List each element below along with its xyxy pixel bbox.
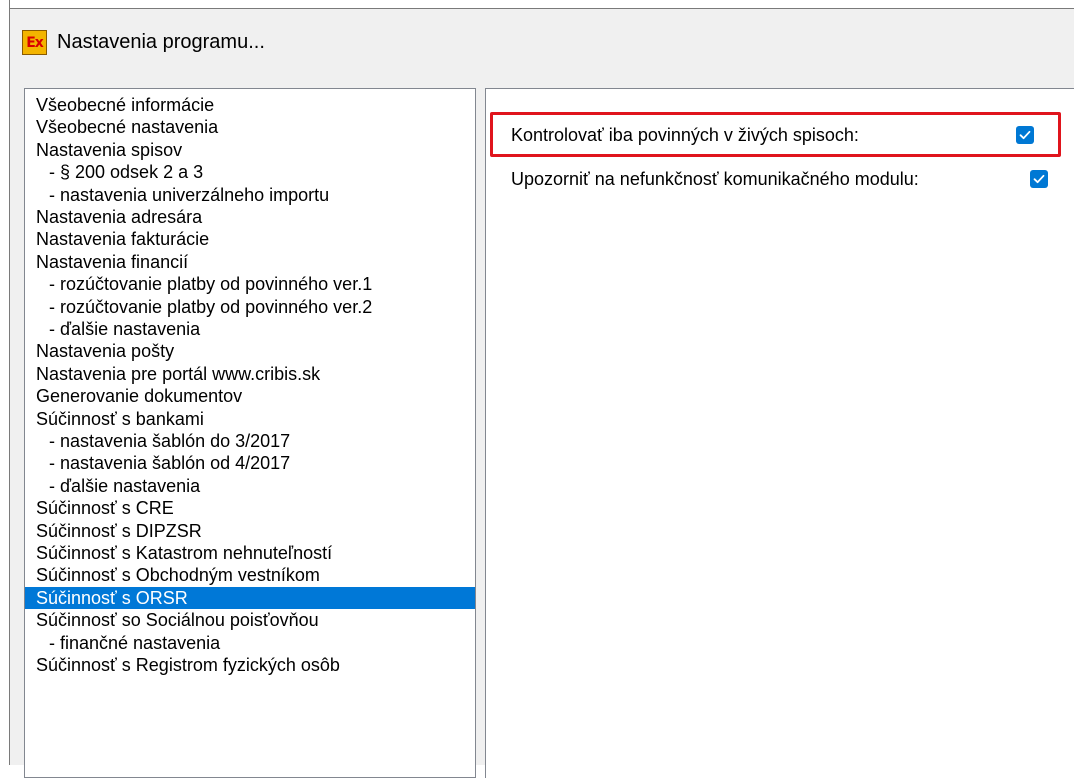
list-item-selected[interactable]: Súčinnosť s ORSR [25, 586, 475, 609]
settings-dialog: Ex Nastavenia programu... Všeobecné info… [0, 0, 1074, 778]
list-item[interactable]: - rozúčtovanie platby od povinného ver.1 [25, 273, 475, 295]
list-item[interactable]: - ďalšie nastavenia [25, 318, 475, 340]
list-item[interactable]: Súčinnosť s bankami [25, 408, 475, 430]
settings-category-list[interactable]: Všeobecné informácie Všeobecné nastavenia… [24, 88, 476, 778]
settings-options-panel: Kontrolovať iba povinných v živých spiso… [485, 88, 1074, 778]
list-item[interactable]: Súčinnosť s Obchodným vestníkom [25, 564, 475, 586]
list-item[interactable]: - rozúčtovanie platby od povinného ver.2 [25, 296, 475, 318]
list-item[interactable]: Všeobecné informácie [25, 94, 475, 116]
window-border-left [9, 0, 10, 765]
list-item[interactable]: - ďalšie nastavenia [25, 475, 475, 497]
list-item[interactable]: Súčinnosť s Katastrom nehnuteľností [25, 542, 475, 564]
background-window-top [10, 0, 1074, 8]
list-item[interactable]: Súčinnosť s Registrom fyzických osôb [25, 654, 475, 676]
option-checkbox[interactable] [1030, 170, 1048, 188]
highlight-annotation [490, 112, 1061, 157]
list-item[interactable]: - finančné nastavenia [25, 632, 475, 654]
list-item[interactable]: Súčinnosť so Sociálnou poisťovňou [25, 609, 475, 631]
list-item[interactable]: Nastavenia spisov [25, 139, 475, 161]
list-item[interactable]: - § 200 odsek 2 a 3 [25, 161, 475, 183]
list-item[interactable]: Súčinnosť s CRE [25, 497, 475, 519]
excel-ex-icon: Ex [22, 30, 47, 55]
list-item[interactable]: Nastavenia adresára [25, 206, 475, 228]
list-item[interactable]: Všeobecné nastavenia [25, 116, 475, 138]
list-item[interactable]: - nastavenia šablón od 4/2017 [25, 452, 475, 474]
option-label: Upozorniť na nefunkčnosť komunikačného m… [511, 169, 919, 189]
list-item[interactable]: Nastavenia pošty [25, 340, 475, 362]
background-window-edge [0, 0, 9, 765]
list-item[interactable]: - nastavenia šablón do 3/2017 [25, 430, 475, 452]
list-item[interactable]: Súčinnosť s DIPZSR [25, 520, 475, 542]
list-item[interactable]: Nastavenia fakturácie [25, 228, 475, 250]
list-item[interactable]: Generovanie dokumentov [25, 385, 475, 407]
list-item[interactable]: - nastavenia univerzálneho importu [25, 184, 475, 206]
checkmark-icon [1033, 174, 1045, 184]
list-item[interactable]: Nastavenia financií [25, 251, 475, 273]
list-item[interactable]: Nastavenia pre portál www.cribis.sk [25, 363, 475, 385]
app-icon-text: Ex [26, 34, 44, 51]
window-title: Nastavenia programu... [57, 31, 265, 53]
